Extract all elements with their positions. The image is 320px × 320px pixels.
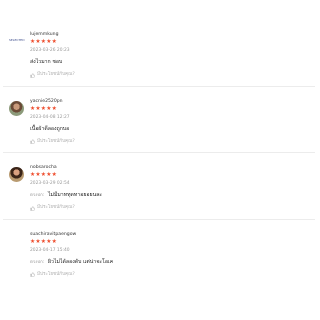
review-content: suachiravitpaengow ★★★★★ 2023-04-17 15:4…: [30, 232, 311, 278]
avatar[interactable]: [9, 167, 24, 182]
helpful-button[interactable]: มีประโยชน์กับคุณ?: [30, 72, 311, 78]
helpful-label: มีประโยชน์กับคุณ?: [37, 205, 75, 210]
review-content: lujemmkung ★★★★★ 2023-03-26 20:23 ส่งไวม…: [30, 32, 311, 78]
reviews-panel: SELECTED lujemmkung ★★★★★ 2023-03-26 20:…: [3, 20, 315, 300]
review-username[interactable]: lujemmkung: [30, 32, 311, 38]
review-item: suachiravitpaengow ★★★★★ 2023-04-17 15:4…: [3, 220, 315, 287]
review-date: 2023-03-29 02:54: [30, 181, 70, 186]
helpful-label: มีประโยชน์กับคุณ?: [37, 138, 75, 144]
review-tag-label: ตรงปก:: [30, 259, 45, 265]
thumbs-up-icon: [30, 139, 35, 144]
rating-stars: ★★★★★: [30, 172, 57, 178]
avatar-logo-text: SELECTED: [9, 38, 25, 42]
rating-stars: ★★★★★: [30, 105, 57, 112]
review-comment: ตรงปก: ไม่มีมาททุดทาอยอยนละ: [30, 192, 311, 199]
review-comment: ส่งไวมาก ชอบ: [30, 59, 311, 66]
helpful-label: มีประโยชน์กับคุณ?: [37, 72, 75, 77]
thumbs-up-icon: [30, 72, 35, 78]
review-comment-text: ไม่มีมาททุดทาอยอยนละ: [47, 192, 103, 198]
review-comment-text: ส่งไวมาก ชอบ: [30, 59, 63, 65]
rating-stars: ★★★★★: [30, 238, 57, 245]
review-date: 2023-04-08 12:27: [30, 114, 70, 120]
thumbs-up-icon: [30, 272, 35, 277]
avatar[interactable]: [9, 235, 23, 244]
review-username[interactable]: nobsarocha: [30, 165, 311, 171]
review-comment: เนื้อผ้าดีลองถูกบอ: [30, 126, 311, 133]
eye-logo-icon: [9, 243, 23, 244]
review-content: yacnie2520pn ★★★★★ 2023-04-08 12:27 เนื้…: [30, 99, 311, 145]
review-item: SELECTED lujemmkung ★★★★★ 2023-03-26 20:…: [3, 20, 315, 87]
rating-stars: ★★★★★: [30, 39, 57, 45]
avatar[interactable]: [9, 100, 24, 116]
review-username[interactable]: yacnie2520pn: [30, 99, 311, 105]
thumbs-up-icon: [30, 205, 35, 211]
review-comment: ตรงปก: ผิวไม่ได้ลองดับ แต่น่าจะโอเค: [30, 259, 311, 266]
helpful-button[interactable]: มีประโยชน์กับคุณ?: [30, 139, 311, 145]
avatar[interactable]: SELECTED: [9, 35, 27, 45]
helpful-button[interactable]: มีประโยชน์กับคุณ?: [30, 272, 311, 278]
review-username[interactable]: suachiravitpaengow: [30, 232, 311, 238]
helpful-label: มีประโยชน์กับคุณ?: [37, 271, 75, 277]
helpful-button[interactable]: มีประโยชน์กับคุณ?: [30, 205, 311, 211]
review-tag-label: ตรงปก:: [30, 193, 45, 198]
review-comment-text: เนื้อผ้าดีลองถูกบอ: [30, 125, 70, 132]
review-comment-text: ผิวไม่ได้ลองดับ แต่น่าจะโอเค: [47, 258, 114, 265]
review-item: yacnie2520pn ★★★★★ 2023-04-08 12:27 เนื้…: [3, 87, 315, 153]
review-date: 2023-04-17 15:40: [30, 247, 70, 253]
review-item: nobsarocha ★★★★★ 2023-03-29 02:54 ตรงปก:…: [3, 153, 315, 220]
review-content: nobsarocha ★★★★★ 2023-03-29 02:54 ตรงปก:…: [30, 165, 311, 211]
review-date: 2023-03-26 20:23: [30, 48, 70, 53]
